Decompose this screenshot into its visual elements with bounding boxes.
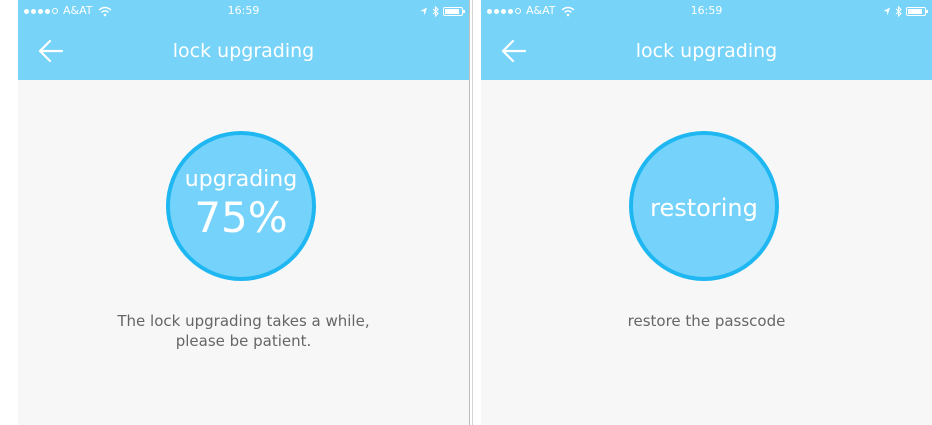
progress-circle: restoring xyxy=(629,131,779,281)
bluetooth-icon xyxy=(432,5,439,17)
header-bar: A&AT 16:59 lock upgrading xyxy=(481,0,932,80)
info-message: The lock upgrading takes a while, please… xyxy=(18,311,469,351)
progress-circle: upgrading 75% xyxy=(166,131,316,281)
bluetooth-icon xyxy=(895,5,902,17)
battery-icon xyxy=(443,6,465,16)
navigation-bar: lock upgrading xyxy=(481,22,932,80)
progress-label: restoring xyxy=(650,194,758,222)
progress-percent: 75% xyxy=(194,193,288,242)
location-arrow-icon xyxy=(883,7,890,15)
status-bar: A&AT 16:59 xyxy=(18,0,469,22)
content-area: restoring restore the passcode xyxy=(481,80,932,425)
status-bar: A&AT 16:59 xyxy=(481,0,932,22)
phone-screen-restoring: A&AT 16:59 lock upgrading restoring rest… xyxy=(481,0,932,425)
phone-screen-upgrading: A&AT 16:59 lock upgrading upgrading 75% … xyxy=(18,0,469,425)
status-time: 16:59 xyxy=(690,4,723,17)
navigation-bar: lock upgrading xyxy=(18,22,469,80)
screen-divider xyxy=(469,0,470,425)
page-title: lock upgrading xyxy=(172,40,315,62)
screenshot-stage: A&AT 16:59 lock upgrading upgrading 75% … xyxy=(0,0,932,425)
progress-label: upgrading xyxy=(184,167,298,192)
header-bar: A&AT 16:59 lock upgrading xyxy=(18,0,469,80)
info-message-line1: restore the passcode xyxy=(627,312,786,330)
screen-divider xyxy=(472,0,473,425)
page-title: lock upgrading xyxy=(635,40,778,62)
content-area: upgrading 75% The lock upgrading takes a… xyxy=(18,80,469,425)
info-message: restore the passcode xyxy=(481,311,932,331)
status-right xyxy=(420,0,465,22)
info-message-line2: please be patient. xyxy=(175,332,312,350)
status-time: 16:59 xyxy=(227,4,260,17)
battery-icon xyxy=(906,6,928,16)
info-message-line1: The lock upgrading takes a while, xyxy=(117,312,370,330)
location-arrow-icon xyxy=(420,7,427,15)
status-right xyxy=(883,0,928,22)
